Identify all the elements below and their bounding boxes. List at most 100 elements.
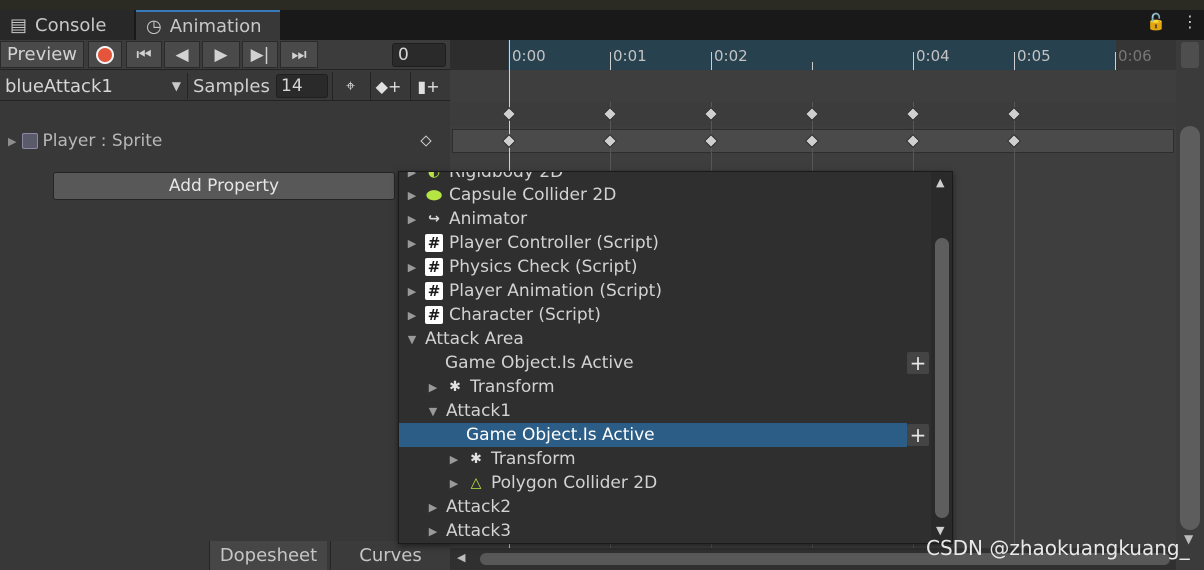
crosshair-icon: ⌖ [345,76,355,95]
timeline-vertical-scrollbar[interactable]: ▼ [1176,40,1204,570]
ruler-tick [913,52,914,70]
add-keyframe-icon: ◆+ [375,76,402,96]
more-menu-icon[interactable]: ⋮ [1182,12,1198,31]
prev-keyframe-button[interactable]: ◀ [164,41,200,68]
expand-arrow-icon[interactable]: ▶ [447,453,461,466]
popup-item-attack2[interactable]: ▶ Attack2 [399,495,907,519]
add-attack1-is-active-button[interactable]: + [907,423,929,447]
popup-item-physics-check[interactable]: ▶ # Physics Check (Script) [399,255,907,279]
popup-item-label: Transform [470,377,555,397]
record-button[interactable] [88,41,122,68]
expand-arrow-icon[interactable]: ▶ [447,477,461,490]
plus-icon: + [909,351,927,375]
popup-item-label: Character (Script) [449,305,601,325]
expand-arrow-icon[interactable]: ▶ [405,213,419,226]
next-keyframe-button[interactable]: ▶| [242,41,278,68]
expand-arrow-icon[interactable]: ▶ [405,261,419,274]
popup-item-attack-area-transform[interactable]: ▶ ✱ Transform [399,375,907,399]
popup-item-attack1[interactable]: ▼ Attack1 [399,399,907,423]
collapse-arrow-icon[interactable]: ▼ [426,405,440,418]
script-icon: # [425,234,443,252]
scroll-left-icon[interactable]: ◀ [457,551,465,564]
view-mode-tabs: Dopesheet Curves [0,541,450,570]
popup-item-label: Animator [449,209,528,229]
scrollbar-thumb[interactable] [935,238,949,518]
window-controls: 🔓 ⋮ [1146,12,1198,31]
ruler-tick [812,62,813,70]
add-property-button[interactable]: Add Property [53,172,395,200]
expand-arrow-icon[interactable]: ▶ [405,172,419,179]
preview-label: Preview [6,44,78,65]
samples-field[interactable]: 14 [276,74,328,98]
tab-curves[interactable]: Curves [330,541,450,570]
capsule-collider-icon: ⬬ [426,184,442,206]
script-icon: # [425,306,443,324]
popup-scrollbar[interactable]: ▲ ▼ [931,172,952,543]
animation-hierarchy-panel: Preview ⏮ ◀ ▶ ▶| ⏭ 0 blueAttack1 ▼ Sampl… [0,40,450,570]
add-attack-area-is-active-button[interactable]: + [907,351,929,375]
popup-item-attack-area[interactable]: ▼ Attack Area [399,327,907,351]
add-event-button[interactable]: ▮+ [410,72,446,100]
tab-dopesheet[interactable]: Dopesheet [209,541,327,570]
collapse-arrow-icon[interactable]: ▼ [405,333,419,346]
popup-item-label: Attack1 [446,401,512,421]
property-label: Player : Sprite [42,131,163,151]
popup-item-animator[interactable]: ▶ ↪ Animator [399,207,907,231]
first-keyframe-button[interactable]: ⏮ [126,41,162,68]
popup-item-attack3[interactable]: ▶ Attack3 [399,519,907,543]
lock-icon[interactable]: 🔓 [1146,12,1166,31]
frame-field[interactable]: 0 [392,43,446,67]
expand-arrow-icon[interactable]: ▶ [405,237,419,250]
popup-item-label: Capsule Collider 2D [449,185,617,205]
popup-item-attack1-transform[interactable]: ▶ ✱ Transform [399,447,907,471]
popup-item-polygon-collider-2d[interactable]: ▶ △ Polygon Collider 2D [399,471,907,495]
console-icon: ▤ [10,14,28,36]
step-forward-icon: ▶| [250,44,270,65]
expand-arrow-icon[interactable]: ▶ [426,501,440,514]
watermark: CSDN @zhaokuangkuang_ [926,536,1190,560]
tab-animation[interactable]: ◷ Animation [136,10,280,40]
transform-icon: ✱ [449,379,461,395]
expand-arrow-icon[interactable]: ▶ [426,381,440,394]
popup-item-label: Physics Check (Script) [449,257,638,277]
expand-arrow-icon[interactable]: ▶ [426,525,440,538]
expand-arrow-icon[interactable]: ▶ [8,135,16,148]
ruler-label: 0:02 [714,47,748,65]
popup-item-player-animation[interactable]: ▶ # Player Animation (Script) [399,279,907,303]
snap-button[interactable]: ⌖ [332,72,368,100]
time-ruler[interactable]: 0:00 0:01 0:02 0:04 0:05 0:06 [450,40,1176,70]
expand-arrow-icon[interactable]: ▶ [405,309,419,322]
popup-item-character[interactable]: ▶ # Character (Script) [399,303,907,327]
last-keyframe-button[interactable]: ⏭ [280,41,318,68]
tab-console[interactable]: ▤ Console [0,10,134,40]
transform-icon: ✱ [470,451,482,467]
scrollbar-thumb[interactable] [1180,126,1200,530]
skip-forward-icon: ⏭ [291,44,307,65]
preview-button[interactable]: Preview [0,41,84,68]
ruler-tick [711,52,712,70]
rigidbody-icon: ◐ [427,171,441,180]
popup-item-capsule-collider-2d[interactable]: ▶ ⬬ Capsule Collider 2D [399,183,907,207]
ruler-tick [1115,52,1116,70]
sprite-renderer-icon [22,133,39,149]
scroll-up-icon[interactable]: ▲ [936,176,944,189]
popup-item-label: Game Object.Is Active [445,353,634,373]
clip-toolbar: blueAttack1 ▼ Samples 14 ⌖ ◆+ ▮+ [0,71,450,101]
add-keyframe-button[interactable]: ◆+ [370,72,406,100]
popup-item-label: Attack3 [446,521,512,541]
property-row[interactable]: ▶ Player : Sprite [0,126,450,156]
popup-item-label: Polygon Collider 2D [491,473,658,493]
popup-item-player-controller[interactable]: ▶ # Player Controller (Script) [399,231,907,255]
record-icon [96,45,114,64]
polygon-collider-icon: △ [470,475,482,491]
expand-arrow-icon[interactable]: ▶ [405,285,419,298]
ruler-label: 0:01 [613,47,647,65]
play-button[interactable]: ▶ [202,41,240,68]
expand-arrow-icon[interactable]: ▶ [405,189,419,202]
scene-strip [0,0,1204,10]
popup-item-attack-area-is-active[interactable]: Game Object.Is Active [399,351,907,375]
popup-item-attack1-is-active[interactable]: Game Object.Is Active [399,423,907,447]
keyframe-diamond-icon[interactable] [420,135,432,147]
clip-dropdown[interactable]: blueAttack1 ▼ [0,73,188,99]
scrollbar-cap [1181,42,1199,68]
